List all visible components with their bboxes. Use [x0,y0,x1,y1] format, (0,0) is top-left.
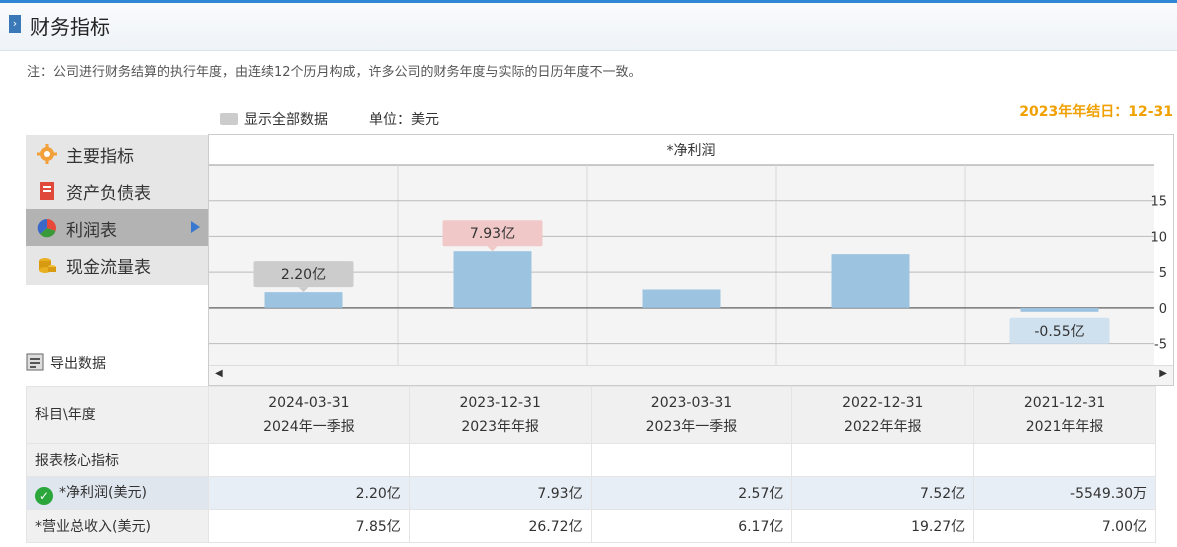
export-label: 导出数据 [50,356,106,372]
show-all-data-toggle[interactable]: 显示全部数据 [220,109,328,129]
period-date: 2022-12-31 [842,395,924,411]
period-date: 2023-03-31 [650,395,733,411]
row-label: ✓ *净利润(美元) [26,476,209,510]
period-header: 2023-03-31 2023年一季报 [590,386,793,444]
scroll-left-icon[interactable]: ◀ [215,368,223,379]
export-icon [26,353,44,371]
period-name: 2023年年报 [461,419,539,435]
year-end-date: 2023年年结日：12-31 [1019,104,1173,120]
nav-label: 现金流量表 [66,258,151,278]
net-profit-chart: *净利润 15 10 5 0 -5 2.20亿 7.93亿 -0.55亿 ◀ ▶ [208,134,1174,386]
period-header: 2024-03-31 2024年一季报 [208,386,410,444]
row-label: *营业总收入(美元) [26,509,209,543]
nav-item-cash-flow[interactable]: 现金流量表 [26,246,208,283]
period-name: 2021年年报 [1025,419,1104,435]
period-header: 2023-12-31 2023年年报 [408,386,592,444]
period-name: 2022年年报 [843,419,922,435]
checkbox-icon [220,113,238,125]
y-tick-label: 10 [1150,230,1167,245]
nav-label: 主要指标 [66,147,134,167]
table-cell: 7.52亿 [791,476,975,510]
unit-label: 单位：美元 [369,112,439,128]
bar [264,292,343,308]
table-row-net-profit[interactable]: ✓ *净利润(美元) 2.20亿 7.93亿 2.57亿 7.52亿 -5549.… [26,476,1156,510]
nav-label: 资产负债表 [66,184,151,204]
show-all-label: 显示全部数据 [244,112,328,128]
bar [453,251,532,308]
play-arrow-icon [191,221,200,233]
bar [642,289,721,308]
y-tick-label: -5 [1154,338,1167,353]
financial-table: 科目\年度 2024-03-31 2024年一季报 2023-12-31 2023年… [26,386,1156,543]
period-header: 2022-12-31 2022年年报 [791,386,975,444]
period-name: 2024年一季报 [263,419,355,435]
section-row: 报表核心指标 [26,443,1156,477]
nav-item-income-statement[interactable]: 利润表 [26,209,208,246]
table-header-row: 科目\年度 2024-03-31 2024年一季报 2023-12-31 2023年… [26,386,1156,444]
scroll-right-icon[interactable]: ▶ [1159,368,1167,379]
statement-nav: 主要指标 资产负债表 利润表 现金流量表 [26,135,208,285]
data-label: -0.55亿 [1034,324,1084,340]
period-header: 2021-12-31 2021年年报 [973,386,1156,444]
document-icon [40,182,54,200]
table-cell: 2.20亿 [208,476,410,510]
bar [1020,307,1099,312]
chart-scrollbar[interactable]: ◀ ▶ [209,365,1173,385]
table-cell: 26.72亿 [408,509,592,543]
table-row-revenue[interactable]: *营业总收入(美元) 7.85亿 26.72亿 6.17亿 19.27亿 7.0… [26,509,1156,543]
period-date: 2021-12-31 [1023,395,1106,411]
table-cell: 19.27亿 [791,509,975,543]
data-label: 7.93亿 [470,226,515,242]
nav-item-balance-sheet[interactable]: 资产负债表 [26,172,208,209]
table-cell: 7.85亿 [208,509,410,543]
y-tick-label: 15 [1150,195,1167,210]
section-label: 报表核心指标 [26,443,209,477]
y-tick-label: 5 [1159,266,1167,281]
table-cell: 7.93亿 [408,476,592,510]
fiscal-year-note: 注：公司进行财务结算的执行年度，由连续12个历月构成，许多公司的财务年度与实际的… [27,65,642,80]
chart-canvas: *净利润 15 10 5 0 -5 2.20亿 7.93亿 -0.55亿 [209,143,1167,365]
period-date: 2023-12-31 [459,395,541,411]
row-label-text: *净利润(美元) [59,484,147,501]
table-cell: 7.00亿 [973,509,1156,543]
table-cell: 2.57亿 [590,476,793,510]
export-data-button[interactable]: 导出数据 [26,353,106,373]
chart-title: *净利润 [667,143,716,159]
y-tick-label: 0 [1159,302,1167,317]
table-cell: 6.17亿 [590,509,793,543]
period-name: 2023年一季报 [645,419,738,435]
check-icon: ✓ [35,486,53,505]
data-label: 2.20亿 [281,267,326,283]
nav-label: 利润表 [66,221,117,241]
table-cell: -5549.30万 [973,476,1156,510]
period-date: 2024-03-31 [268,395,350,411]
header-bar: › 财务指标 [0,3,1177,51]
pie-icon [37,218,57,238]
gear-icon [37,144,57,164]
chevron-right-icon: › [9,15,21,33]
bar [831,254,910,308]
coins-icon [39,258,56,273]
subject-year-header: 科目\年度 [26,386,209,444]
nav-item-main-indicators[interactable]: 主要指标 [26,135,208,172]
page-title: 财务指标 [30,15,110,39]
